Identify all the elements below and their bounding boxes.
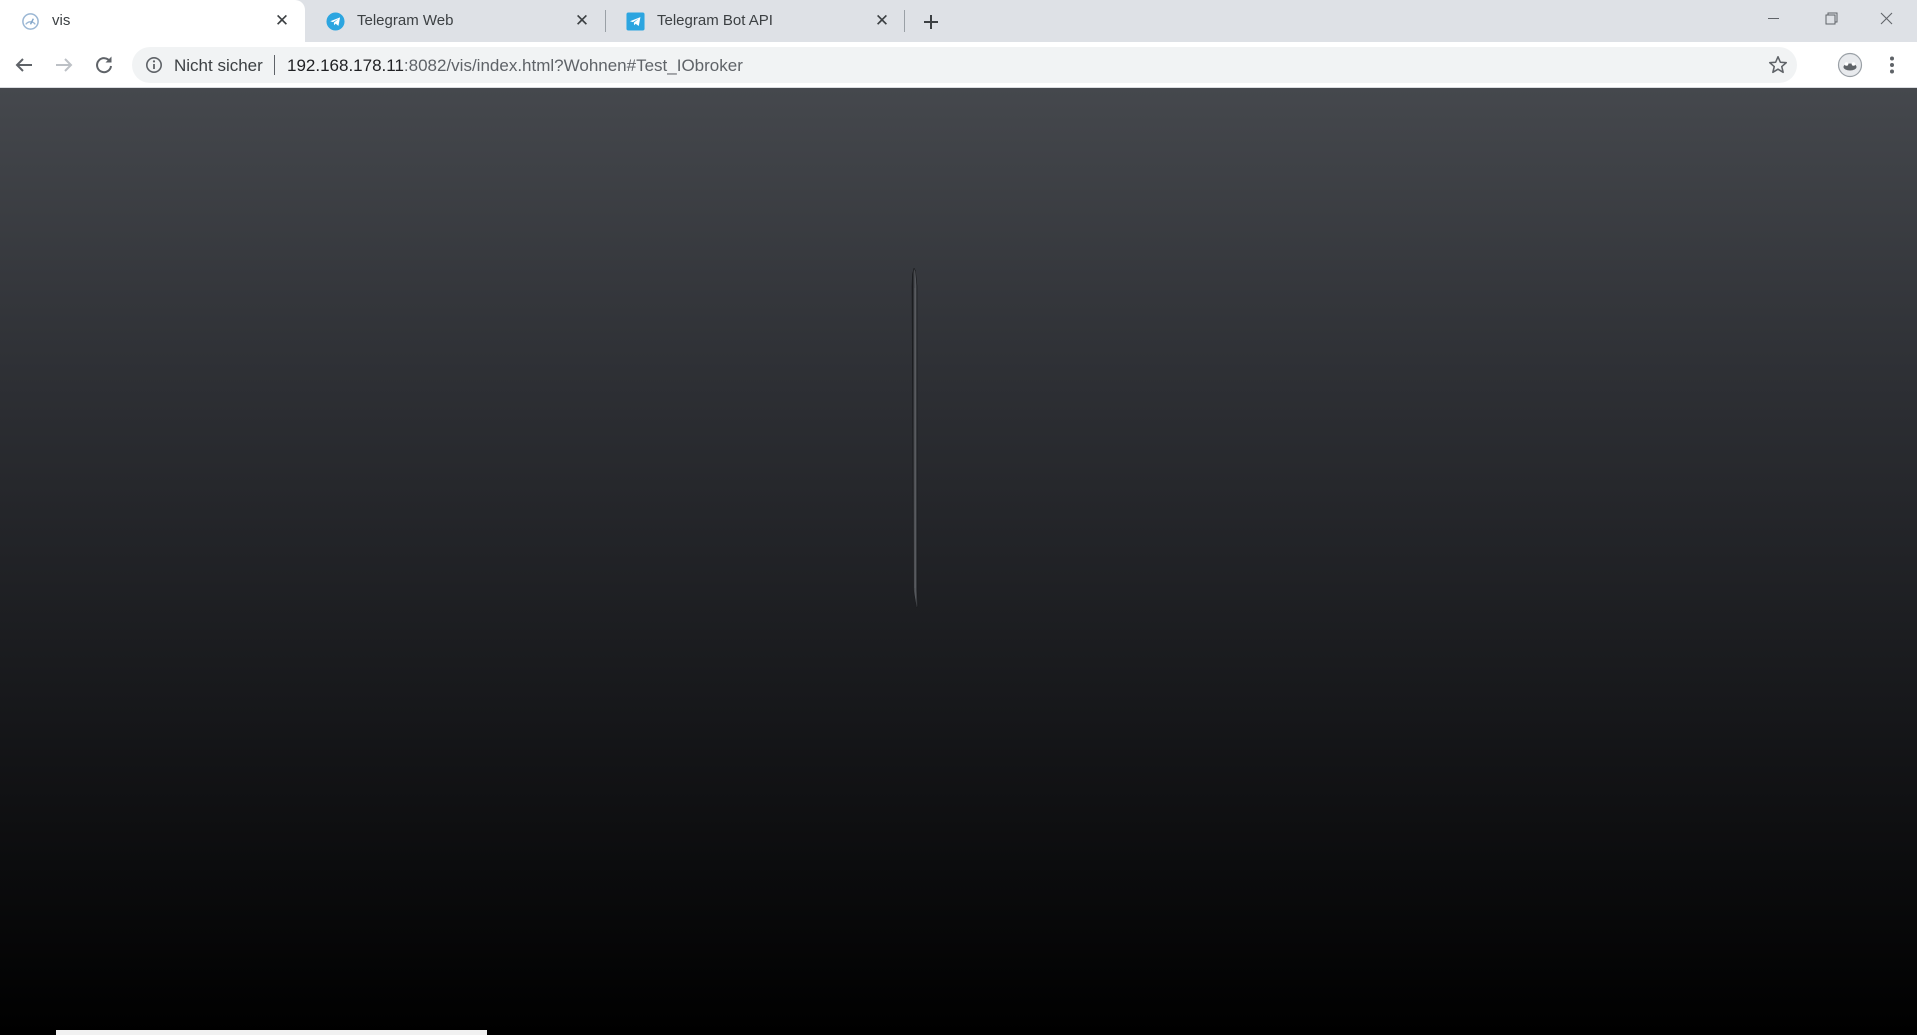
tab-close-icon[interactable]: ✕ xyxy=(573,12,591,30)
tab-vis[interactable]: vis ✕ xyxy=(0,0,305,42)
tab-title: Telegram Bot API xyxy=(657,12,773,29)
omnibox-separator xyxy=(274,55,275,75)
url-text[interactable]: 192.168.178.11:8082/vis/index.html?Wohne… xyxy=(287,56,743,76)
url-path: :8082/vis/index.html?Wohnen#Test_IObroke… xyxy=(403,56,743,75)
tab-separator xyxy=(904,10,905,32)
tab-strip: vis ✕ Telegram Web ✕ Telegram Bot API ✕ xyxy=(0,0,1917,42)
minimize-icon[interactable] xyxy=(1745,0,1801,38)
url-host: 192.168.178.11 xyxy=(287,56,404,75)
avatar[interactable] xyxy=(1836,51,1864,79)
arrow-right-icon[interactable] xyxy=(49,50,79,80)
vis-gauge-icon xyxy=(22,13,39,30)
tab-close-icon[interactable]: ✕ xyxy=(873,12,891,30)
reload-icon[interactable] xyxy=(89,50,119,80)
security-label[interactable]: Nicht sicher xyxy=(174,56,263,76)
browser-window: vis ✕ Telegram Web ✕ Telegram Bot API ✕ xyxy=(0,0,1917,1035)
tab-close-icon[interactable]: ✕ xyxy=(273,12,291,30)
telegram-square-icon xyxy=(626,12,645,31)
toolbar: Nicht sicher 192.168.178.11:8082/vis/ind… xyxy=(0,42,1917,88)
tab-title: Telegram Web xyxy=(357,12,454,29)
plus-icon[interactable] xyxy=(917,8,945,36)
close-window-icon[interactable] xyxy=(1859,0,1915,38)
arrow-left-icon[interactable] xyxy=(9,50,39,80)
tab-title: vis xyxy=(52,12,71,29)
page-viewport xyxy=(0,88,1917,1035)
address-bar[interactable]: Nicht sicher 192.168.178.11:8082/vis/ind… xyxy=(132,47,1797,83)
tab-telegram-web[interactable]: Telegram Web ✕ xyxy=(305,0,605,42)
telegram-circle-icon xyxy=(326,12,345,31)
restore-icon[interactable] xyxy=(1802,0,1858,38)
tab-telegram-bot-api[interactable]: Telegram Bot API ✕ xyxy=(605,0,905,42)
horizontal-scrollbar[interactable] xyxy=(56,1030,487,1035)
kebab-menu-icon[interactable] xyxy=(1878,51,1906,79)
star-icon[interactable] xyxy=(1767,54,1789,76)
info-icon[interactable] xyxy=(145,56,163,74)
vertical-sliver-graphic xyxy=(911,268,919,608)
